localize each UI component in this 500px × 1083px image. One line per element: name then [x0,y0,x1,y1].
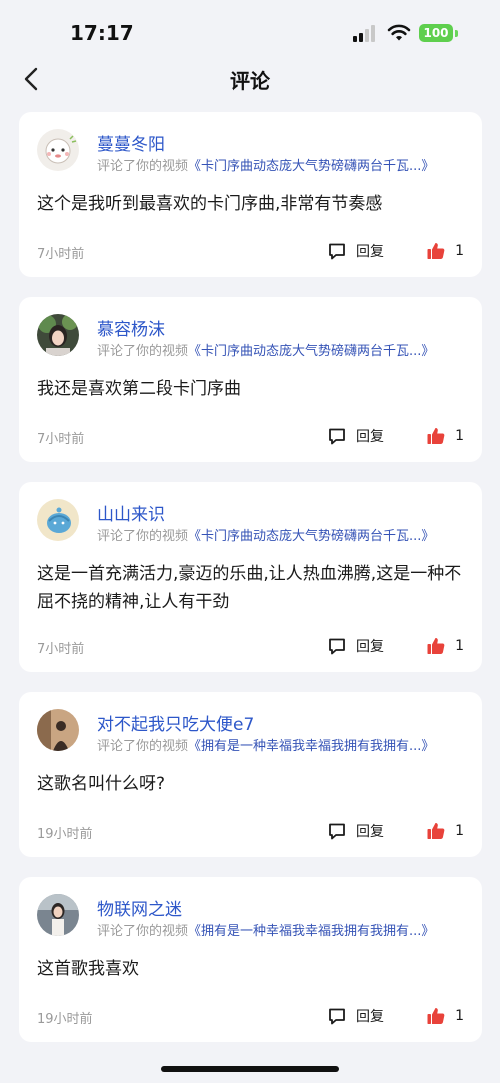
reply-label: 回复 [356,244,384,260]
like-button[interactable]: 1 [427,424,464,448]
avatar[interactable] [37,499,79,541]
reply-icon [329,243,345,260]
comment-footer: 7小时前 回复 1 [37,239,464,263]
wifi-icon [387,24,411,41]
comment-subline: 评论了你的视频《卡门序曲动态庞大气势磅礴两台千瓦...》 [97,340,434,359]
comment-footer: 19小时前 回复 1 [37,1004,464,1028]
video-title-link[interactable]: 《拥有是一种幸福我幸福我拥有我拥有...》 [188,924,434,939]
reply-label: 回复 [356,639,384,655]
like-button[interactable]: 1 [427,1004,464,1028]
comment-card[interactable]: 山山来识 评论了你的视频《卡门序曲动态庞大气势磅礴两台千瓦...》 这是一首充满… [19,482,482,672]
video-title-link[interactable]: 《卡门序曲动态庞大气势磅礴两台千瓦...》 [188,344,434,359]
comment-text: 我还是喜欢第二段卡门序曲 [37,379,241,399]
comment-subline: 评论了你的视频《拥有是一种幸福我幸福我拥有我拥有...》 [97,920,434,939]
comment-timestamp: 19小时前 [37,827,93,842]
like-count: 1 [455,823,464,839]
reply-button[interactable]: 回复 [327,239,384,263]
like-count: 1 [455,243,464,259]
reply-label: 回复 [356,1009,384,1025]
home-indicator[interactable] [161,1066,339,1072]
reply-icon [329,823,345,840]
comment-list: 蔓蔓冬阳 评论了你的视频《卡门序曲动态庞大气势磅礴两台千瓦...》 这个是我听到… [19,112,482,1062]
comment-card[interactable]: 蔓蔓冬阳 评论了你的视频《卡门序曲动态庞大气势磅礴两台千瓦...》 这个是我听到… [19,112,482,277]
like-button[interactable]: 1 [427,239,464,263]
comment-text: 这个是我听到最喜欢的卡门序曲,非常有节奏感 [37,194,383,214]
subline-prefix: 评论了你的视频 [97,739,189,754]
reply-button[interactable]: 回复 [327,634,384,658]
reply-label: 回复 [356,429,384,445]
like-count: 1 [455,1008,464,1024]
comment-username[interactable]: 山山来识 [97,500,165,525]
battery-icon: 100 [419,24,458,42]
comment-username[interactable]: 物联网之迷 [97,895,182,920]
comment-text: 这是一首充满活力,豪迈的乐曲,让人热血沸腾,这是一种不屈不挠的精神,让人有干劲 [37,564,462,612]
subline-prefix: 评论了你的视频 [97,529,189,544]
reply-button[interactable]: 回复 [327,819,384,843]
subline-prefix: 评论了你的视频 [97,924,189,939]
comment-subline: 评论了你的视频《拥有是一种幸福我幸福我拥有我拥有...》 [97,735,434,754]
comment-subline: 评论了你的视频《卡门序曲动态庞大气势磅礴两台千瓦...》 [97,525,434,544]
avatar[interactable] [37,894,79,936]
video-title-link[interactable]: 《卡门序曲动态庞大气势磅礴两台千瓦...》 [188,159,434,174]
thumbs-up-icon [427,638,445,654]
subline-prefix: 评论了你的视频 [97,344,189,359]
status-time: 17:17 [70,21,134,45]
comment-username[interactable]: 慕容杨沫 [97,315,165,340]
reply-icon [329,638,345,655]
like-button[interactable]: 1 [427,819,464,843]
thumbs-up-icon [427,243,445,259]
comment-footer: 7小时前 回复 1 [37,634,464,658]
nav-bar: 评论 [0,56,500,102]
like-button[interactable]: 1 [427,634,464,658]
like-count: 1 [455,638,464,654]
comment-subline: 评论了你的视频《卡门序曲动态庞大气势磅礴两台千瓦...》 [97,155,434,174]
thumbs-up-icon [427,1008,445,1024]
comment-timestamp: 7小时前 [37,642,85,657]
reply-button[interactable]: 回复 [327,424,384,448]
video-title-link[interactable]: 《卡门序曲动态庞大气势磅礴两台千瓦...》 [188,529,434,544]
comment-text: 这歌名叫什么呀? [37,774,166,794]
reply-icon [329,428,345,445]
battery-level: 100 [419,24,453,42]
comment-timestamp: 7小时前 [37,247,85,262]
comment-text: 这首歌我喜欢 [37,959,139,979]
like-count: 1 [455,428,464,444]
avatar[interactable] [37,129,79,171]
comment-card[interactable]: 慕容杨沫 评论了你的视频《卡门序曲动态庞大气势磅礴两台千瓦...》 我还是喜欢第… [19,297,482,462]
comment-timestamp: 19小时前 [37,1012,93,1027]
comment-username[interactable]: 对不起我只吃大便e7 [97,710,254,735]
cellular-signal-icon [353,24,379,42]
avatar[interactable] [37,314,79,356]
comment-card[interactable]: 物联网之迷 评论了你的视频《拥有是一种幸福我幸福我拥有我拥有...》 这首歌我喜… [19,877,482,1042]
thumbs-up-icon [427,823,445,839]
reply-button[interactable]: 回复 [327,1004,384,1028]
comment-footer: 7小时前 回复 1 [37,424,464,448]
comment-card[interactable]: 对不起我只吃大便e7 评论了你的视频《拥有是一种幸福我幸福我拥有我拥有...》 … [19,692,482,857]
thumbs-up-icon [427,428,445,444]
avatar[interactable] [37,709,79,751]
comment-username[interactable]: 蔓蔓冬阳 [97,130,165,155]
page-title: 评论 [230,69,270,93]
status-icons: 100 [353,23,458,43]
subline-prefix: 评论了你的视频 [97,159,189,174]
comment-timestamp: 7小时前 [37,432,85,447]
video-title-link[interactable]: 《拥有是一种幸福我幸福我拥有我拥有...》 [188,739,434,754]
status-bar: 17:17 100 [0,0,500,56]
reply-label: 回复 [356,824,384,840]
comment-footer: 19小时前 回复 1 [37,819,464,843]
reply-icon [329,1008,345,1025]
